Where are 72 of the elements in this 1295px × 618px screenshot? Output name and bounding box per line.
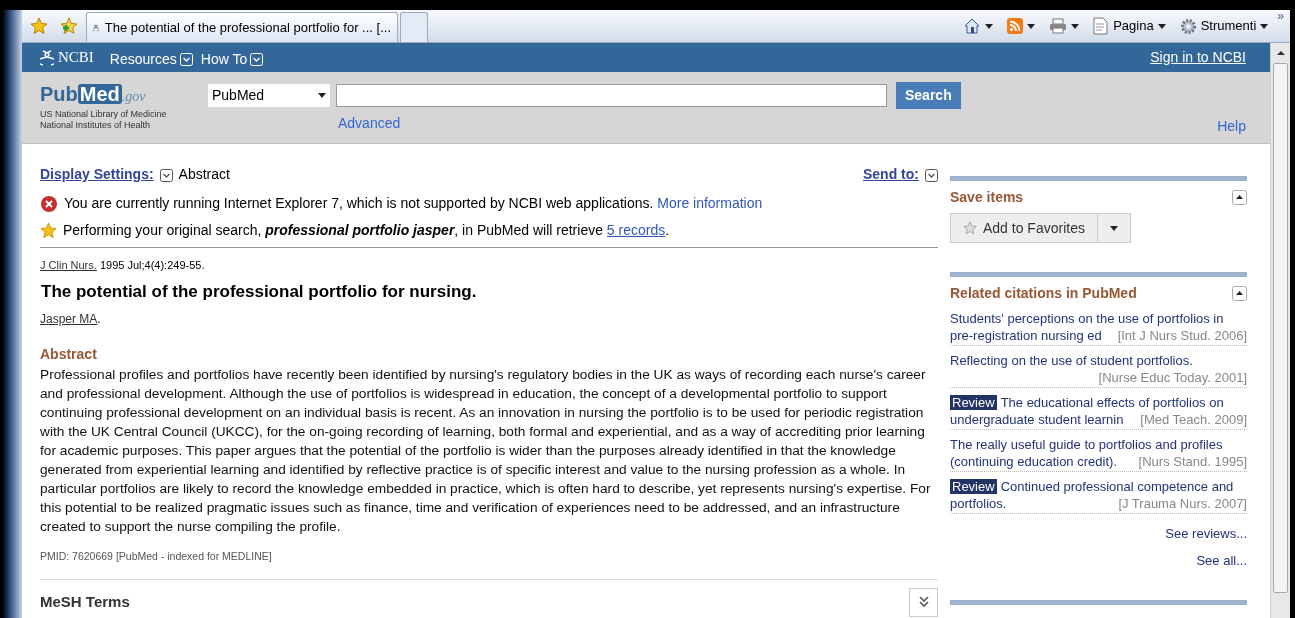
feed-icon bbox=[1007, 18, 1024, 34]
journal-link[interactable]: J Clin Nurs. bbox=[40, 259, 97, 271]
dropdown-icon bbox=[925, 168, 938, 182]
collapse-icon[interactable] bbox=[1232, 190, 1247, 205]
abstract-text: Professional profiles and portfolios have recently been identified by nursing's regulatory bodies in the UK as ways of recording each nurse's career and professional development. Although the use of portfolios is widespread in education, the concept of a developmental portfolio to support continuing professional development on an individual basis is recent. As an innovation in nursing the portfolio is to be used for periodic registration with the UK Central Council (UKCC), for the on-going recording of learning, both formal and experiential, and as a way of accrediting prior learning for academic purposes. This paper argues that the potential of the portfolio is wider than the purposes already identified in that the knowledge generated from experiential learning and identified by reflective practice is of specific interest and value to the nursing profession as a whole. In particular portfolios are likely to record the knowledge embedded in practice, which is often hard to describe, yet represents nursing's expertise. For this potential to be realized pragmatic issues such as finance, time and verification of experiences need to be addressed, and an infrastructure created to support the nurse compiling the profile. bbox=[40, 366, 932, 536]
search-field[interactable] bbox=[336, 84, 887, 107]
page-icon bbox=[1093, 17, 1110, 35]
home-icon bbox=[963, 17, 982, 35]
pmid-text: PMID: 7620669 [PubMed - indexed for MEDLINE] bbox=[40, 549, 273, 564]
caret-icon bbox=[1071, 23, 1080, 29]
dropdown-icon bbox=[179, 52, 193, 66]
caret-icon bbox=[318, 93, 326, 98]
related-citation[interactable]: Review Continued professional competence and portfolios. [J Trauma Nurs. 2007] bbox=[950, 478, 1247, 514]
tagline: US National Library of Medicine bbox=[40, 109, 168, 120]
scrollbar[interactable] bbox=[1270, 43, 1290, 618]
see-all-link[interactable]: See all... bbox=[1196, 550, 1247, 570]
message-text: Performing your original search, professional portfolio jasper, in PubMed will retrieve 5 records. bbox=[63, 221, 670, 240]
citation-text: 1995 Jul;4(4):249-55. bbox=[99, 259, 205, 271]
scroll-up-icon[interactable] bbox=[1275, 49, 1286, 57]
related-citation[interactable]: Students' perceptions on the use of portfolios in pre-registration nursing ed [Int J Nurs Stud. 2006] bbox=[950, 310, 1247, 346]
see-reviews-link[interactable]: See reviews... bbox=[1165, 524, 1247, 544]
toolbar-button[interactable]: Pagina bbox=[1090, 15, 1169, 37]
author-period: . bbox=[97, 312, 101, 326]
caret-icon bbox=[985, 23, 994, 29]
review-badge: Review bbox=[950, 479, 997, 494]
collapse-icon[interactable] bbox=[1232, 286, 1247, 301]
review-badge: Review bbox=[950, 395, 997, 410]
star-icon bbox=[40, 222, 57, 239]
related-citation[interactable]: Reflecting on the use of student portfolios. [Nurse Educ Today. 2001] bbox=[950, 352, 1247, 388]
tagline: National Institutes of Health bbox=[40, 120, 152, 131]
double-chevron-icon bbox=[917, 596, 930, 609]
caret-icon bbox=[1260, 23, 1269, 29]
star-icon bbox=[963, 221, 977, 235]
caret-icon bbox=[1109, 225, 1118, 231]
panel-heading: Related citations in PubMed bbox=[950, 284, 1137, 303]
abstract-heading: Abstract bbox=[40, 345, 98, 364]
panel-heading: Save items bbox=[950, 188, 1024, 207]
send-to-link[interactable]: Send to: bbox=[863, 164, 919, 185]
database-select[interactable]: PubMed bbox=[208, 84, 330, 107]
browser-tab[interactable] bbox=[400, 12, 428, 42]
dropdown-icon bbox=[159, 168, 173, 182]
caret-icon bbox=[1157, 23, 1166, 29]
settings-icon bbox=[1179, 17, 1197, 35]
error-icon bbox=[40, 194, 58, 213]
search-button[interactable]: Search bbox=[896, 82, 961, 109]
toolbar-button[interactable]: Strumenti bbox=[1176, 15, 1272, 37]
add-star-icon[interactable] bbox=[60, 17, 78, 35]
dropdown-icon bbox=[250, 52, 264, 66]
mesh-heading: MeSH Terms bbox=[40, 592, 130, 612]
display-format: Abstract bbox=[178, 165, 230, 184]
sign-in-link[interactable]: Sign in to NCBI bbox=[1150, 47, 1246, 68]
message-link[interactable]: More information bbox=[657, 195, 763, 211]
helix-icon bbox=[40, 49, 54, 66]
pubmed-logo[interactable]: PubMed.gov bbox=[40, 82, 208, 109]
expand-button[interactable] bbox=[909, 587, 938, 617]
star-icon[interactable] bbox=[30, 17, 48, 35]
related-citation[interactable]: The really useful guide to portfolios and profiles (continuing education credit). [Nurs Stand. 1995] bbox=[950, 436, 1247, 472]
favorites-button[interactable]: Add to Favorites bbox=[950, 213, 1131, 243]
more-chevron[interactable]: » bbox=[1277, 10, 1284, 22]
nav-menu[interactable]: Resources bbox=[109, 48, 193, 70]
help-link[interactable]: Help bbox=[1217, 116, 1246, 137]
caret-icon bbox=[1027, 23, 1036, 29]
article-title: The potential of the professional portfolio for nursing. bbox=[41, 280, 478, 303]
browser-tab[interactable]: The potential of the professional portfolio for ... [... bbox=[86, 12, 398, 42]
display-settings-link[interactable]: Display Settings: bbox=[40, 164, 154, 185]
message-text: You are currently running Internet Explorer 7, which is not supported by NCBI web applications. More information bbox=[64, 194, 763, 213]
nav-menu[interactable]: How To bbox=[200, 48, 264, 70]
ncbi-logo[interactable]: NCBI bbox=[58, 46, 94, 69]
advanced-link[interactable]: Advanced bbox=[338, 113, 401, 134]
printer-icon bbox=[1049, 18, 1068, 34]
scroll-thumb[interactable] bbox=[1273, 63, 1288, 593]
related-citation[interactable]: Review The educational effects of portfolios on undergraduate student learnin [Med Teach. 2009] bbox=[950, 394, 1247, 430]
